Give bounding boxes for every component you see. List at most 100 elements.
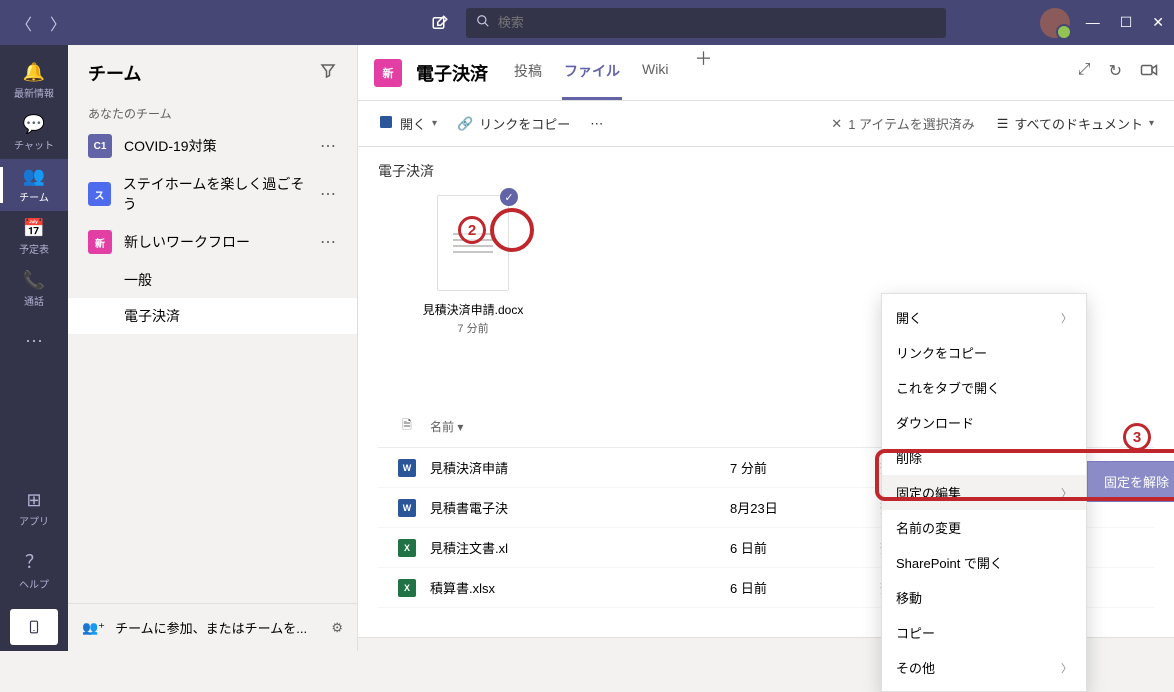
bell-icon: 🔔 <box>23 62 45 83</box>
rail-label: ヘルプ <box>19 576 49 591</box>
rail-apps[interactable]: ⊞ アプリ <box>0 483 68 535</box>
rail-mobile-button[interactable] <box>10 609 58 645</box>
toolbar-more-button[interactable]: ⋯ <box>590 116 603 132</box>
tab-posts[interactable]: 投稿 <box>512 45 544 100</box>
rail-activity[interactable]: 🔔 最新情報 <box>0 55 68 107</box>
window-maximize-button[interactable]: ☐ <box>1120 14 1133 31</box>
search-input[interactable] <box>498 15 936 30</box>
close-icon[interactable]: ✕ <box>831 116 842 132</box>
context-menu-item[interactable]: 固定の編集〉 <box>882 475 1086 510</box>
channel-badge: 新 <box>374 59 402 87</box>
chevron-right-icon: 〉 <box>1061 310 1072 326</box>
refresh-icon[interactable]: ↻ <box>1109 61 1122 84</box>
word-file-icon: W <box>398 499 416 517</box>
context-menu-item[interactable]: これをタブで開く <box>882 370 1086 405</box>
context-menu-item[interactable]: SharePoint で開く <box>882 545 1086 580</box>
rail-label: アプリ <box>19 513 49 528</box>
meet-icon[interactable] <box>1140 61 1158 84</box>
file-date: 8月23日 <box>730 498 880 517</box>
filter-icon[interactable] <box>319 62 337 85</box>
team-badge: 新 <box>88 230 112 254</box>
search-box[interactable] <box>466 8 946 38</box>
list-icon: ☰ <box>997 116 1009 132</box>
copy-link-button[interactable]: 🔗 リンクをコピー <box>457 114 570 133</box>
rail-more[interactable]: ⋯ <box>0 315 68 367</box>
view-all-docs[interactable]: ☰ すべてのドキュメント ▾ <box>997 114 1154 133</box>
app-rail: 🔔 最新情報 💬 チャット 👥 チーム 📅 予定表 📞 通話 ⋯ ⊞ アプリ ？… <box>0 45 68 651</box>
selection-status[interactable]: ✕ 1 アイテムを選択済み <box>831 114 974 133</box>
channel-eapproval[interactable]: 電子決済 <box>68 298 357 334</box>
rail-label: 予定表 <box>19 241 49 256</box>
name-column[interactable]: 名前 ▾ <box>430 418 730 435</box>
expand-icon[interactable]: ⤢ <box>1078 61 1091 84</box>
chevron-down-icon: ▾ <box>432 118 437 129</box>
rail-calls[interactable]: 📞 通話 <box>0 263 68 315</box>
channel-title: 電子決済 <box>416 60 488 86</box>
channel-header: 新 電子決済 投稿 ファイル Wiki ＋ ⤢ ↻ <box>358 45 1174 101</box>
window-minimize-button[interactable]: ― <box>1086 14 1100 31</box>
pinned-file-name: 見積決済申請.docx <box>423 301 524 318</box>
rail-label: 通話 <box>24 293 44 308</box>
context-menu-item[interactable]: 削除 <box>882 440 1086 475</box>
context-menu-item[interactable]: 移動 <box>882 580 1086 615</box>
rail-label: チーム <box>19 189 49 204</box>
title-bar: 〈 〉 ― ☐ ✕ <box>0 0 1174 45</box>
team-more-icon[interactable]: ⋯ <box>320 184 337 204</box>
nav-forward-button[interactable]: 〉 <box>44 9 72 37</box>
add-tab-button[interactable]: ＋ <box>688 45 718 100</box>
rail-label: チャット <box>14 137 54 152</box>
team-item-workflow[interactable]: 新 新しいワークフロー ⋯ <box>68 222 357 262</box>
rail-teams[interactable]: 👥 チーム <box>0 159 68 211</box>
team-name: COVID-19対策 <box>124 136 217 156</box>
nav-back-button[interactable]: 〈 <box>10 9 38 37</box>
open-button[interactable]: 開く ▾ <box>378 114 437 133</box>
context-menu-item[interactable]: リンクをコピー <box>882 335 1086 370</box>
help-icon: ？ <box>25 548 43 574</box>
context-submenu: 固定を解除 <box>1087 461 1174 502</box>
rail-chat[interactable]: 💬 チャット <box>0 107 68 159</box>
user-avatar[interactable] <box>1040 8 1070 38</box>
pinned-file-card[interactable]: ✓ 見積決済申請.docx 7 分前 <box>396 195 550 336</box>
link-icon: 🔗 <box>457 116 473 132</box>
team-item-stayhome[interactable]: ス ステイホームを楽しく過ごそう ⋯ <box>68 166 357 222</box>
team-item-covid[interactable]: C1 COVID-19対策 ⋯ <box>68 126 357 166</box>
team-name: ステイホームを楽しく過ごそう <box>123 174 308 214</box>
context-menu-item[interactable]: 名前の変更 <box>882 510 1086 545</box>
pinned-file-time: 7 分前 <box>457 320 488 336</box>
chat-icon: 💬 <box>23 114 45 135</box>
pinned-thumbnail: ✓ <box>437 195 509 291</box>
window-close-button[interactable]: ✕ <box>1152 14 1164 31</box>
context-menu-item[interactable]: その他〉 <box>882 650 1086 685</box>
your-teams-label: あなたのチーム <box>68 101 357 126</box>
team-more-icon[interactable]: ⋯ <box>320 136 337 156</box>
team-more-icon[interactable]: ⋯ <box>320 232 337 252</box>
gear-icon[interactable]: ⚙ <box>331 620 343 636</box>
chevron-right-icon: 〉 <box>1061 485 1072 501</box>
channel-general[interactable]: 一般 <box>68 262 357 298</box>
file-date: 7 分前 <box>730 458 880 477</box>
context-menu-item[interactable]: コピー <box>882 615 1086 650</box>
context-menu-item[interactable]: ダウンロード <box>882 405 1086 440</box>
teams-panel: チーム あなたのチーム C1 COVID-19対策 ⋯ ス ステイホームを楽しく… <box>68 45 358 651</box>
apps-icon: ⊞ <box>26 490 41 511</box>
file-name: 見積決済申請 <box>430 458 730 477</box>
compose-icon[interactable] <box>426 9 454 37</box>
submenu-unpin[interactable]: 固定を解除 <box>1088 462 1174 501</box>
context-menu-item[interactable]: 開く〉 <box>882 300 1086 335</box>
context-menu: 開く〉リンクをコピーこれをタブで開くダウンロード削除固定の編集〉名前の変更Sha… <box>881 293 1087 692</box>
file-date: 6 日前 <box>730 578 880 597</box>
tab-wiki[interactable]: Wiki <box>640 45 670 100</box>
file-type-column-icon[interactable]: 🗎 <box>384 416 430 437</box>
tab-files[interactable]: ファイル <box>562 45 622 100</box>
rail-help[interactable]: ？ ヘルプ <box>0 543 68 595</box>
file-name: 見積注文書.xl <box>430 538 730 557</box>
team-badge: C1 <box>88 134 112 158</box>
file-date: 6 日前 <box>730 538 880 557</box>
breadcrumb[interactable]: 電子決済 <box>378 161 1154 181</box>
teams-icon: 👥 <box>23 166 45 187</box>
file-name: 見積書電子決 <box>430 498 730 517</box>
excel-file-icon: X <box>398 579 416 597</box>
rail-calendar[interactable]: 📅 予定表 <box>0 211 68 263</box>
join-team-link[interactable]: チームに参加、またはチームを... <box>115 618 307 637</box>
join-team-icon[interactable]: 👥⁺ <box>82 620 105 636</box>
